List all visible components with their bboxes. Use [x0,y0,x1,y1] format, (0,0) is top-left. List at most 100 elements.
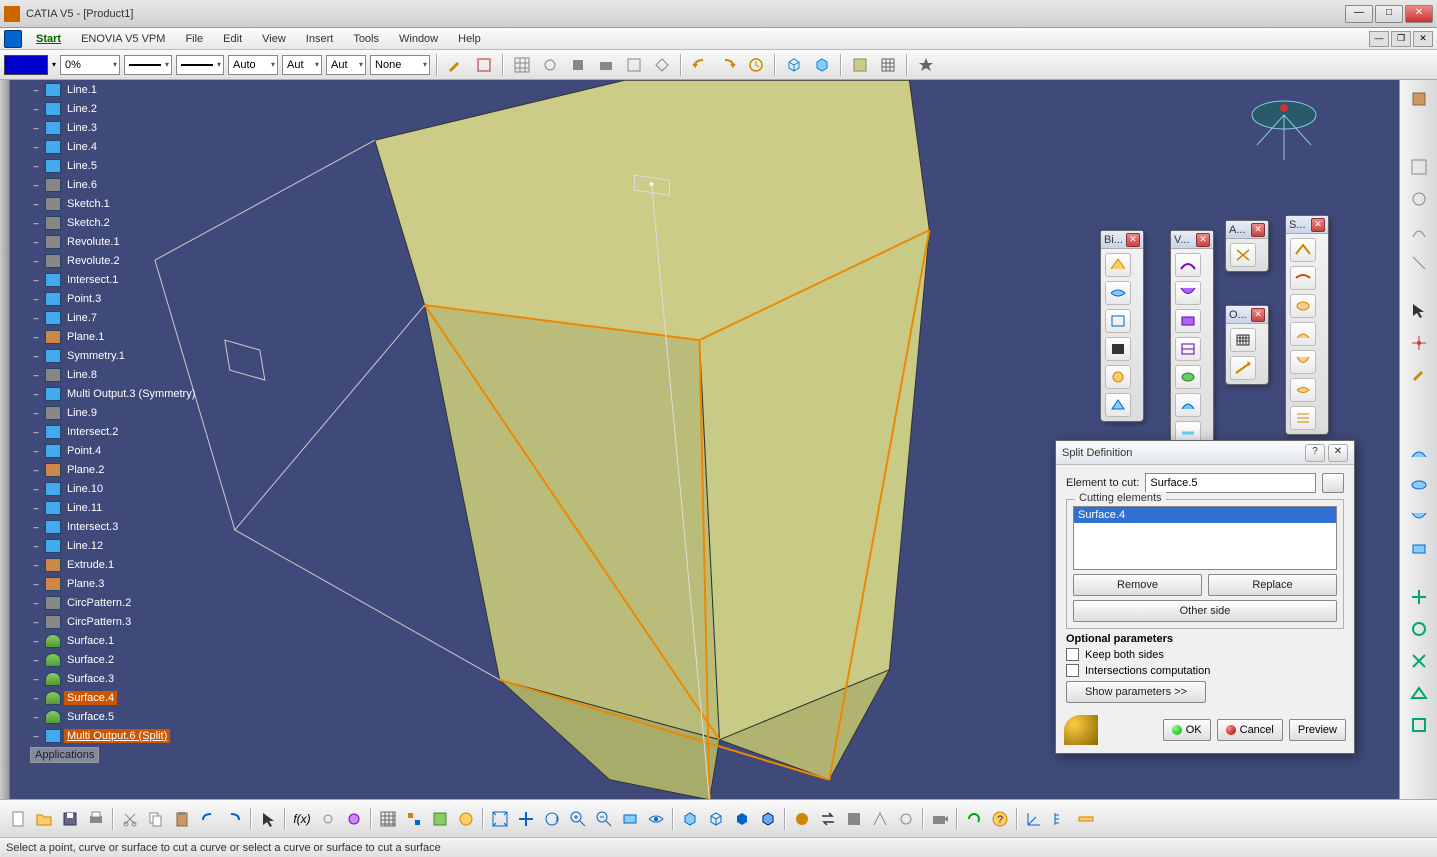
surf-tool-icon[interactable] [1406,536,1432,562]
grid-icon[interactable] [510,53,534,77]
tree-item[interactable]: –Extrude.1 [30,555,270,574]
zoom-in-icon[interactable] [566,807,590,831]
hide-show-icon[interactable] [790,807,814,831]
tool-icon-1[interactable] [538,53,562,77]
normal-view-icon[interactable] [618,807,642,831]
copy-icon[interactable] [144,807,168,831]
palette-tool-icon[interactable] [1105,365,1131,389]
menu-help[interactable]: Help [448,31,491,47]
camera-icon[interactable] [928,807,952,831]
start-icon[interactable] [4,30,22,48]
tool-icon-2[interactable] [566,53,590,77]
tree-item[interactable]: –Surface.3 [30,669,270,688]
star-icon[interactable] [914,53,938,77]
palette-tool-icon[interactable] [1105,309,1131,333]
pan-icon[interactable] [514,807,538,831]
tree-item[interactable]: –Line.11 [30,498,270,517]
surf-tool-icon[interactable] [1406,504,1432,530]
tool-icon[interactable] [454,807,478,831]
cut-icon[interactable] [118,807,142,831]
workbench-icon[interactable] [1406,86,1432,112]
open-icon[interactable] [32,807,56,831]
shading-icon[interactable] [730,807,754,831]
auto3-dropdown[interactable]: Aut [326,55,366,75]
swap-icon[interactable] [816,807,840,831]
select-icon[interactable] [256,807,280,831]
menu-window[interactable]: Window [389,31,448,47]
tool-icon-5[interactable] [650,53,674,77]
tool-icon[interactable] [894,807,918,831]
auto1-dropdown[interactable]: Auto [228,55,278,75]
cancel-button[interactable]: Cancel [1217,719,1283,741]
history-icon[interactable] [744,53,768,77]
line-weight-dropdown[interactable] [124,55,172,75]
tree-item[interactable]: –Line.10 [30,479,270,498]
close-button[interactable]: ✕ [1405,5,1433,23]
tree-item[interactable]: –CircPattern.3 [30,612,270,631]
tool-icon[interactable] [428,807,452,831]
fx-icon[interactable]: f(x) [290,807,314,831]
palette-tool-icon[interactable] [1105,253,1131,277]
palette-close-icon[interactable]: ✕ [1251,223,1265,237]
tree-item[interactable]: –Line.2 [30,99,270,118]
keep-both-sides-checkbox[interactable]: Keep both sides [1066,648,1344,661]
viewport-3d[interactable]: –Line.1–Line.2–Line.3–Line.4–Line.5–Line… [10,80,1399,799]
palette-tool-icon[interactable] [1290,238,1316,262]
product-icon[interactable] [848,53,872,77]
undo2-icon[interactable] [196,807,220,831]
tree-item[interactable]: –Line.6 [30,175,270,194]
opacity-dropdown[interactable]: 0% [60,55,120,75]
tree-item[interactable]: –Plane.1 [30,327,270,346]
link-icon[interactable] [316,807,340,831]
cube-icon[interactable] [782,53,806,77]
palette-tool-icon[interactable] [1230,328,1256,352]
palette-tool-icon[interactable] [1105,337,1131,361]
tree-item[interactable]: –Line.4 [30,137,270,156]
print-icon[interactable] [84,807,108,831]
element-to-cut-field[interactable]: Surface.5 [1145,473,1316,493]
undo-icon[interactable] [688,53,712,77]
tool-icon[interactable] [842,807,866,831]
new-icon[interactable] [6,807,30,831]
tree-item[interactable]: –Intersect.3 [30,517,270,536]
tree-item[interactable]: –Line.1 [30,80,270,99]
palette-tool-icon[interactable] [1230,356,1256,380]
op-tool-icon[interactable] [1406,712,1432,738]
tree-item[interactable]: –CircPattern.2 [30,593,270,612]
pick-element-icon[interactable] [1322,473,1344,493]
maximize-button[interactable]: □ [1375,5,1403,23]
tree-item[interactable]: –Line.7 [30,308,270,327]
axis-system-icon[interactable] [1022,807,1046,831]
preview-button[interactable]: Preview [1289,719,1346,741]
tool-icon-4[interactable] [622,53,646,77]
tree-item[interactable]: –Plane.3 [30,574,270,593]
palette-close-icon[interactable]: ✕ [1251,308,1265,322]
surf-tool-icon[interactable] [1406,472,1432,498]
tree-item[interactable]: –Symmetry.1 [30,346,270,365]
palette-tool-icon[interactable] [1175,393,1201,417]
palette-o[interactable]: O...✕ [1225,305,1269,385]
palette-tool-icon[interactable] [1290,350,1316,374]
tool-icon[interactable] [1406,154,1432,180]
tree-item[interactable]: –Intersect.2 [30,422,270,441]
fit-all-icon[interactable] [488,807,512,831]
measure-icon[interactable] [1074,807,1098,831]
palette-tool-icon[interactable] [1175,337,1201,361]
shading-edges-icon[interactable] [756,807,780,831]
specification-tree[interactable]: –Line.1–Line.2–Line.3–Line.4–Line.5–Line… [30,80,270,764]
tool-icon[interactable] [1406,250,1432,276]
menu-edit[interactable]: Edit [213,31,252,47]
iso-view-icon[interactable] [678,807,702,831]
tree-item[interactable]: –Revolute.1 [30,232,270,251]
look-at-icon[interactable] [644,807,668,831]
wireframe-icon[interactable] [704,807,728,831]
color-swatch[interactable] [4,55,48,75]
tree-item[interactable]: –Sketch.1 [30,194,270,213]
show-parameters-button[interactable]: Show parameters >> [1066,681,1206,703]
palette-tool-icon[interactable] [1175,309,1201,333]
tree-item[interactable]: –Line.8 [30,365,270,384]
doc-close-button[interactable]: ✕ [1413,31,1433,47]
palette-s[interactable]: S...✕ [1285,215,1329,435]
op-tool-icon[interactable] [1406,584,1432,610]
menu-view[interactable]: View [252,31,296,47]
